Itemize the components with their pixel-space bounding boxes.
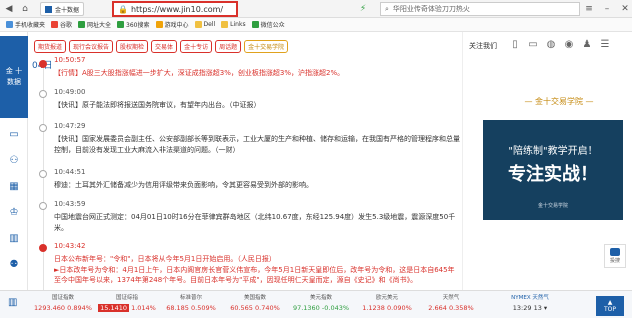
search-icon: ⌕ [385,4,389,13]
news-text: 【快讯】原子能法即将报送国务院审议，有望年内出台。（中证报） [54,101,261,109]
banner-line2: 专注实战！ [508,164,598,185]
ticker-item[interactable]: 欧元美元 1.1238 0.090% [356,293,418,312]
bookmark-icon [78,21,86,28]
chart-icon[interactable]: ▥ [7,232,21,244]
news-text: 穆迪：土耳其外汇储备减少为信用评级带来负面影响，令其更容易受到外部的影响。 [54,181,313,189]
market-ticker: ▥ 国证指数 1293.460 0.894% 国证综指 15.1410 1.01… [0,290,632,318]
chat-icon [610,248,620,256]
timeline-line [43,66,44,290]
news-time: 10:49:00 [54,88,86,96]
wechat-icon[interactable]: ◍ [545,38,557,50]
qq-icon[interactable]: ♟ [581,38,593,50]
ticker-item[interactable]: NYMEX 天然气 13:29 13 ▾ [490,293,570,312]
bookmark-5[interactable]: Dell [194,21,215,28]
url-text: https://www.jin10.com/ [130,4,224,14]
bookmark-icon [6,21,13,28]
bolt-icon[interactable]: ⚡ [356,2,370,16]
news-time: 10:44:51 [54,168,86,176]
bar-chart-icon[interactable]: ▥ [8,297,22,311]
banner-line3: 金十交易学院 [537,203,568,209]
cs-label: 投搜 [609,258,620,264]
news-time: 10:47:29 [54,122,86,130]
search-placeholder: 华阳业传奇体验刀刀热火 [392,5,470,13]
filter-chip-academy[interactable]: 金十交易学院 [244,40,289,53]
news-text: 【快讯】国家发展委员会副主任、公安部副部长等到联表示，工业大厦的生产和种植、储存… [54,135,460,154]
bookmark-2[interactable]: 网址大全 [78,20,111,29]
bookmark-0[interactable]: 手机收藏夹 [6,20,45,29]
weibo-icon[interactable]: ◉ [563,38,575,50]
filter-chip[interactable]: 金十专访 [180,40,213,53]
back-icon[interactable]: ◀ [2,2,16,16]
browser-toolbar: ◀ ⌂ 金十数据 🔒 https://www.jin10.com/ ⚡ ⌕ 华阳… [0,0,632,18]
ticker-item[interactable]: 天然气 2.664 0.358% [420,293,482,312]
filter-chip[interactable]: 周话题 [215,40,242,53]
bookmark-icon [51,21,59,28]
top-label: TOP [603,306,616,313]
filter-chip[interactable]: 现行会议报告 [69,40,114,53]
bookmark-7[interactable]: 微信公众 [251,20,285,29]
home-icon[interactable]: ⌂ [18,2,32,16]
calendar-icon[interactable]: ▦ [7,180,21,192]
timeline-dot [39,90,47,98]
news-time: 10:50:57 [54,56,86,64]
follow-label: 关注我们 [469,42,497,50]
ticker-item[interactable]: 标准普尔 68.185 0.509% [160,293,222,312]
banner-line1: "陪练制"教学开启！ [508,146,598,157]
timeline-dot [39,124,47,132]
bookmark-icon [155,21,163,28]
timeline-dot [39,170,47,178]
ticker-item[interactable]: 美国指数 60.565 0.740% [224,293,286,312]
bookmark-3[interactable]: 360搜索 [117,20,150,29]
news-time: 10:43:42 [54,242,86,250]
social-links: ▯ ▭ ◍ ◉ ♟ ☰ [509,38,611,50]
people-icon[interactable]: ⚉ [7,258,21,270]
tablet-icon[interactable]: ▭ [527,38,539,50]
bookmarks-bar: 手机收藏夹 谷歌 网址大全 360搜索 游戏中心 Dell Links 微信公众 [0,18,632,32]
lock-icon: 🔒 [118,4,128,14]
news-text: 【行情】A股三大股指涨幅进一步扩大，深证成指涨超3%，创业板指涨超3%，沪指涨超… [54,69,345,77]
browser-tab[interactable]: 金十数据 [40,2,85,16]
news-text: 日本公布新年号："令和"，日本将从今年5月1日开始启用。（人民日报） ►日本改年… [54,255,455,284]
video-icon[interactable]: ▭ [7,128,21,140]
site-logo[interactable]: 金 十 数据 [0,36,28,118]
timeline-dot [39,60,47,68]
filter-chip[interactable]: 交易体 [151,40,178,53]
ticker-item[interactable]: 美元指数 97.1360 -0.043% [290,293,352,312]
favicon-icon [45,5,52,13]
filter-chip[interactable]: 期货报道 [34,40,67,53]
bookmark-6[interactable]: Links [221,21,246,28]
ticker-item[interactable]: 国证综指 15.1410 1.014% [96,293,158,312]
close-icon[interactable]: ✕ [618,2,632,16]
minimize-icon[interactable]: – [600,2,614,16]
tab-label: 金十数据 [55,6,80,14]
bookmark-icon [251,21,259,28]
filter-chip[interactable]: 股权期检 [116,40,149,53]
bookmark-icon [117,21,125,28]
back-to-top-button[interactable]: ▲ TOP [596,296,624,316]
folder-icon [194,21,202,28]
timeline-dot [39,244,47,252]
ticker-item[interactable]: 国证指数 1293.460 0.894% [32,293,94,312]
filter-tabs: 期货报道 现行会议报告 股权期检 交易体 金十专访 周话题 金十交易学院 [34,40,289,53]
bookmark-4[interactable]: 游戏中心 [155,20,189,29]
academy-title[interactable]: — 金十交易学院 — [499,96,619,107]
url-bar[interactable]: 🔒 https://www.jin10.com/ [112,1,238,17]
customer-service-button[interactable]: 投搜 [604,244,626,268]
logo-line1: 金 十 [5,67,23,75]
folder-icon [221,21,229,28]
menu-icon[interactable]: ≡ [582,2,596,16]
search-box[interactable]: ⌕ 华阳业传奇体验刀刀热火 [380,2,580,16]
news-time: 10:43:59 [54,200,86,208]
rss-icon[interactable]: ☰ [599,38,611,50]
trophy-icon[interactable]: ♔ [7,206,21,218]
phone-icon[interactable]: ▯ [509,38,521,50]
timeline-dot [39,202,47,210]
logo-line2: 数据 [7,78,21,86]
bookmark-1[interactable]: 谷歌 [51,20,72,29]
news-text: 中国地震台网正式测定：04月01日10时16分在菲律宾群岛地区（北纬10.67度… [54,213,456,232]
arrow-up-icon: ▲ [607,299,613,306]
news-feed: 期货报道 现行会议报告 股权期检 交易体 金十专访 周话题 金十交易学院 04日… [28,32,462,290]
user-icon[interactable]: ⚇ [7,154,21,166]
academy-banner[interactable]: "陪练制"教学开启！ 专注实战！ 金十交易学院 [483,120,623,220]
